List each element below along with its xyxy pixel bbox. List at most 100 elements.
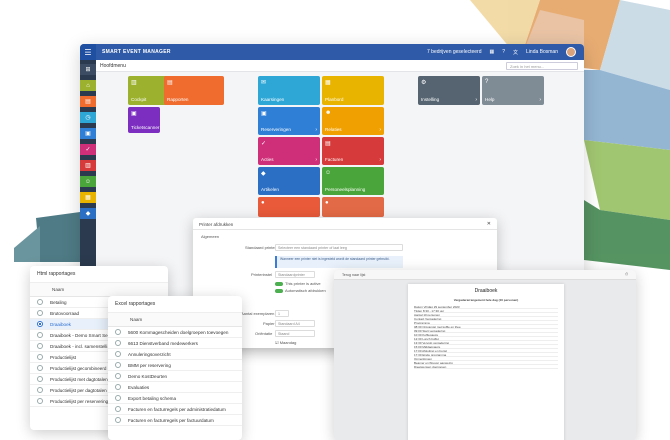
list-item-label: Evaluaties: [128, 384, 150, 390]
toggle-row-2[interactable]: Automatisch afdrukken: [275, 288, 326, 293]
toggle-row-1[interactable]: This printer is active: [275, 281, 321, 286]
chevron-right-icon: ›: [315, 157, 317, 163]
close-icon[interactable]: ✕: [487, 221, 491, 227]
sidebar-board-icon[interactable]: ▦: [80, 192, 96, 203]
radio-button[interactable]: [115, 340, 121, 346]
sidebar-clock-icon[interactable]: ◷: [80, 112, 96, 123]
tile-relaties[interactable]: ☻ Relaties ›: [322, 107, 384, 135]
list-item-label: Productielijst: [50, 354, 77, 360]
tile-instelling[interactable]: ⚙ Instelling ›: [418, 76, 480, 105]
list-item[interactable]: 5600 Kommagescheiden doelgroepen toevoeg…: [108, 327, 242, 338]
orientation-select[interactable]: Staand: [275, 330, 315, 337]
tile-label: Personeelsplanning: [325, 187, 366, 192]
breadcrumb[interactable]: Hoofdmenu: [100, 63, 126, 69]
help-circle-icon[interactable]: ?: [502, 49, 505, 55]
list-item-label: Export betaling schema: [128, 395, 177, 401]
tile-kaarsingen[interactable]: ✉ Kaarsingen: [258, 76, 320, 105]
column-header[interactable]: Naam: [30, 283, 168, 297]
grid-icon[interactable]: ▦: [490, 49, 495, 55]
list-item-label: Brutovoorraad: [50, 310, 80, 316]
list-item-label: Draaiboek - incl. samenstelli...: [50, 343, 112, 349]
list-item[interactable]: Annuleringsoverzicht: [108, 349, 242, 360]
document-subtitle: Vergaderarrangement hele dag (10 persone…: [453, 298, 519, 302]
radio-button[interactable]: [37, 376, 43, 382]
sidebar-calendar-icon[interactable]: ▣: [80, 128, 96, 139]
viewer-toolbar: Terug naar lijst ⎙: [334, 270, 636, 280]
dialog-section: Algemeen: [201, 234, 220, 239]
sidebar-check-icon[interactable]: ✓: [80, 144, 96, 155]
info-message: Wanneer een printer niet is ingesteld wo…: [275, 256, 403, 268]
menu-search-input[interactable]: Zoek in het menu...: [506, 62, 578, 70]
print-icon[interactable]: ⎙: [625, 272, 628, 276]
excel-report-list: 5600 Kommagescheiden doelgroepen toevoeg…: [108, 327, 242, 426]
column-header[interactable]: Naam: [108, 313, 242, 327]
tile-rapporten[interactable]: ▤ Rapporten: [164, 76, 224, 105]
tile-help[interactable]: ? Help ›: [482, 76, 544, 105]
invoice-icon: ▤: [325, 141, 331, 147]
tile-facturen[interactable]: ▤ Facturen ›: [322, 137, 384, 165]
tile-artikelen[interactable]: ◆ Artikelen: [258, 167, 320, 195]
mail-icon: ✉: [261, 80, 267, 86]
radio-button[interactable]: [37, 321, 43, 327]
radio-button[interactable]: [115, 329, 121, 335]
tile-planbord[interactable]: ▦ Planbord: [322, 76, 384, 105]
tile-label: Relaties: [325, 127, 342, 132]
label-standard-printer: Standaard printer: [245, 245, 276, 250]
sidebar-tag-icon[interactable]: ◆: [80, 208, 96, 219]
paper-select[interactable]: Standaard A4: [275, 320, 315, 327]
radio-button[interactable]: [37, 354, 43, 360]
list-item-label: Productielijst met dagtotalen: [50, 376, 108, 382]
sidebar-invoice-icon[interactable]: ▥: [80, 160, 96, 171]
list-item-label: Annuleringsoverzicht: [128, 351, 171, 357]
tile-ticketscanner[interactable]: ▣ Ticketscanner: [128, 107, 160, 133]
list-item[interactable]: Demo KostDeurten: [108, 371, 242, 382]
list-item[interactable]: 6613 Dienstverband medewerkers: [108, 338, 242, 349]
hamburger-menu-icon[interactable]: ☰: [80, 44, 96, 60]
standard-printer-select[interactable]: Selecteer een standaard printer of laat …: [275, 244, 403, 251]
radio-button[interactable]: [37, 310, 43, 316]
radio-button[interactable]: [37, 299, 43, 305]
companies-selected[interactable]: 7 bedrijven geselecteerd: [427, 49, 481, 55]
sidebar-chart-icon[interactable]: ▤: [80, 96, 96, 107]
tile-extra-2[interactable]: ●: [322, 197, 384, 217]
radio-button[interactable]: [115, 351, 121, 357]
tile-extra-1[interactable]: ●: [258, 197, 320, 217]
dialog-title: Printer afdrukken: [193, 218, 497, 230]
list-item[interactable]: Export betaling schema: [108, 393, 242, 404]
radio-button[interactable]: [115, 362, 121, 368]
radio-button[interactable]: [37, 398, 43, 404]
radio-button[interactable]: [115, 395, 121, 401]
radio-button[interactable]: [37, 332, 43, 338]
copies-input[interactable]: 1: [275, 310, 289, 317]
radio-button[interactable]: [115, 417, 121, 423]
printer-select[interactable]: Standaardprinter: [275, 271, 315, 278]
translate-icon[interactable]: 文: [513, 49, 518, 56]
panel-title: Excel rapportages: [108, 296, 242, 313]
radio-button[interactable]: [37, 365, 43, 371]
tile-personeelsplanning[interactable]: ☺ Personeelsplanning: [322, 167, 384, 195]
radio-button[interactable]: [115, 373, 121, 379]
sidebar-staff-icon[interactable]: ☺: [80, 176, 96, 187]
tile-label: Acties: [261, 157, 274, 162]
tile-acties[interactable]: ✓ Acties ›: [258, 137, 320, 165]
back-link[interactable]: Terug naar lijst: [342, 273, 365, 277]
radio-button[interactable]: [115, 384, 121, 390]
radio-button[interactable]: [37, 387, 43, 393]
tile-label: Artikelen: [261, 187, 279, 192]
sidebar-home-icon[interactable]: ⌂: [80, 80, 96, 91]
radio-button[interactable]: [37, 343, 43, 349]
avatar[interactable]: [566, 47, 576, 57]
tile-reserveringen[interactable]: ▣ Reserveringen ›: [258, 107, 320, 135]
user-name[interactable]: Linda Bosman: [526, 49, 558, 55]
list-item[interactable]: Facturen en facturregels per administrat…: [108, 404, 242, 415]
gear-icon: ⚙: [421, 80, 427, 86]
list-item[interactable]: BMM per reservering: [108, 360, 242, 371]
radio-button[interactable]: [115, 406, 121, 412]
list-item[interactable]: Evaluaties: [108, 382, 242, 393]
list-item[interactable]: Facturen en facturregels per factuurdatu…: [108, 415, 242, 426]
toggle-switch[interactable]: [275, 281, 283, 286]
list-item-label: Facturen en facturregels per administrat…: [128, 406, 226, 412]
sidebar-apps-icon[interactable]: ⊞: [80, 64, 96, 75]
document-title: Draaiboek: [474, 288, 498, 294]
toggle-switch[interactable]: [275, 288, 283, 293]
